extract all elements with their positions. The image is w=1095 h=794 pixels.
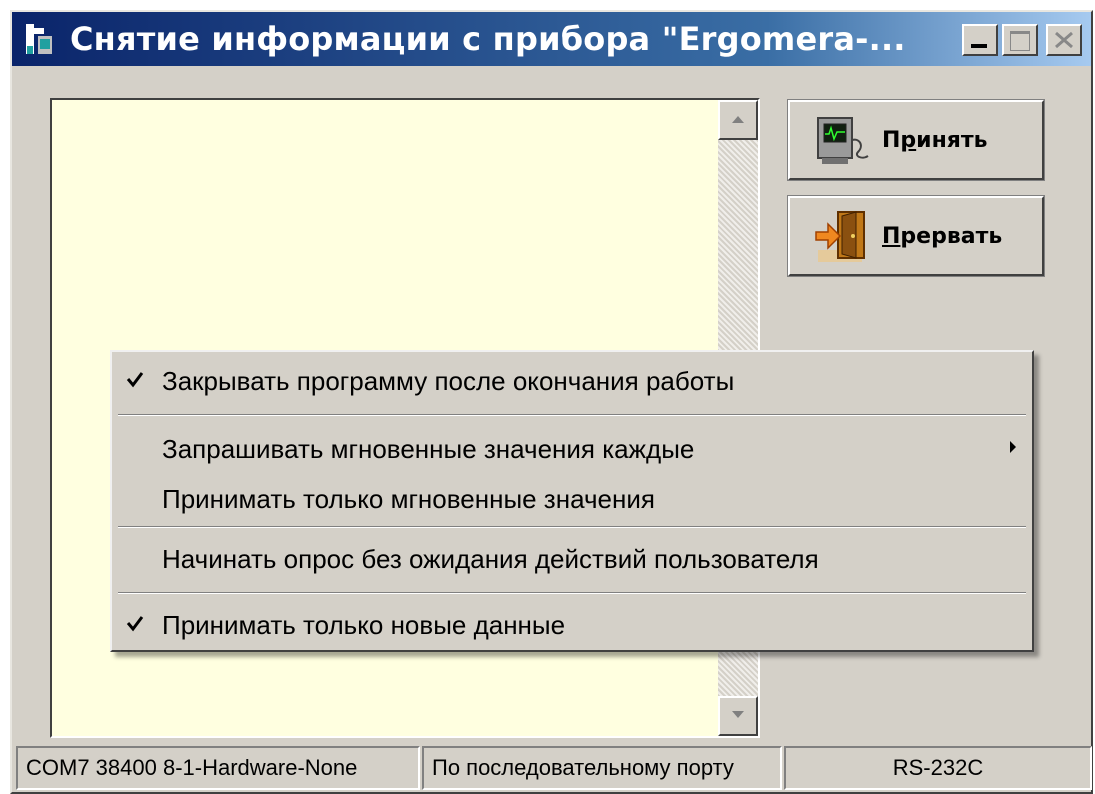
check-icon (126, 372, 144, 388)
maximize-icon[interactable] (1002, 24, 1038, 56)
menu-item-label: Принимать только новые данные (162, 610, 566, 640)
menu-item-label: Принимать только мгновенные значения (162, 484, 655, 514)
menu-item-request-interval[interactable]: Запрашивать мгновенные значения каждые (112, 424, 1032, 474)
arrow-down-icon (732, 711, 744, 718)
menu-item-label: Начинать опрос без ожидания действий пол… (162, 544, 819, 574)
menu-separator (118, 592, 1026, 594)
menu-item-start-without-wait[interactable]: Начинать опрос без ожидания действий пол… (112, 534, 1032, 584)
app-icon (26, 24, 52, 54)
status-bar: COM7 38400 8-1-Hardware-None По последов… (12, 744, 1092, 792)
context-menu: Закрывать программу после окончания рабо… (110, 350, 1034, 652)
menu-item-instant-only[interactable]: Принимать только мгновенные значения (112, 474, 1032, 524)
check-icon (126, 616, 144, 632)
accept-button[interactable]: Принять (787, 99, 1045, 181)
arrow-up-icon (732, 116, 744, 123)
title-bar[interactable]: Снятие информации с прибора "Ergomera-..… (12, 12, 1091, 66)
scroll-up-button[interactable] (718, 100, 758, 140)
close-icon[interactable] (1046, 24, 1082, 56)
status-port: COM7 38400 8-1-Hardware-None (16, 746, 420, 790)
abort-button[interactable]: Прервать (787, 195, 1045, 277)
menu-item-new-data-only[interactable]: Принимать только новые данные (112, 600, 1032, 650)
menu-separator (118, 526, 1026, 528)
menu-item-close-after-finish[interactable]: Закрывать программу после окончания рабо… (112, 356, 1032, 406)
submenu-arrow-icon (1010, 441, 1016, 453)
menu-item-label: Запрашивать мгновенные значения каждые (162, 434, 695, 464)
minimize-icon[interactable] (962, 24, 998, 56)
device-monitor-icon (817, 117, 869, 164)
accept-label: Принять (882, 128, 988, 153)
exit-door-icon (815, 211, 865, 262)
status-interface: RS-232C (784, 746, 1092, 790)
scroll-down-button[interactable] (718, 696, 758, 736)
abort-label: Прервать (882, 224, 1003, 249)
status-mode: По последовательному порту (422, 746, 782, 790)
menu-separator (118, 414, 1026, 416)
window-title: Снятие информации с прибора "Ergomera-..… (70, 20, 906, 58)
menu-item-label: Закрывать программу после окончания рабо… (162, 366, 735, 396)
